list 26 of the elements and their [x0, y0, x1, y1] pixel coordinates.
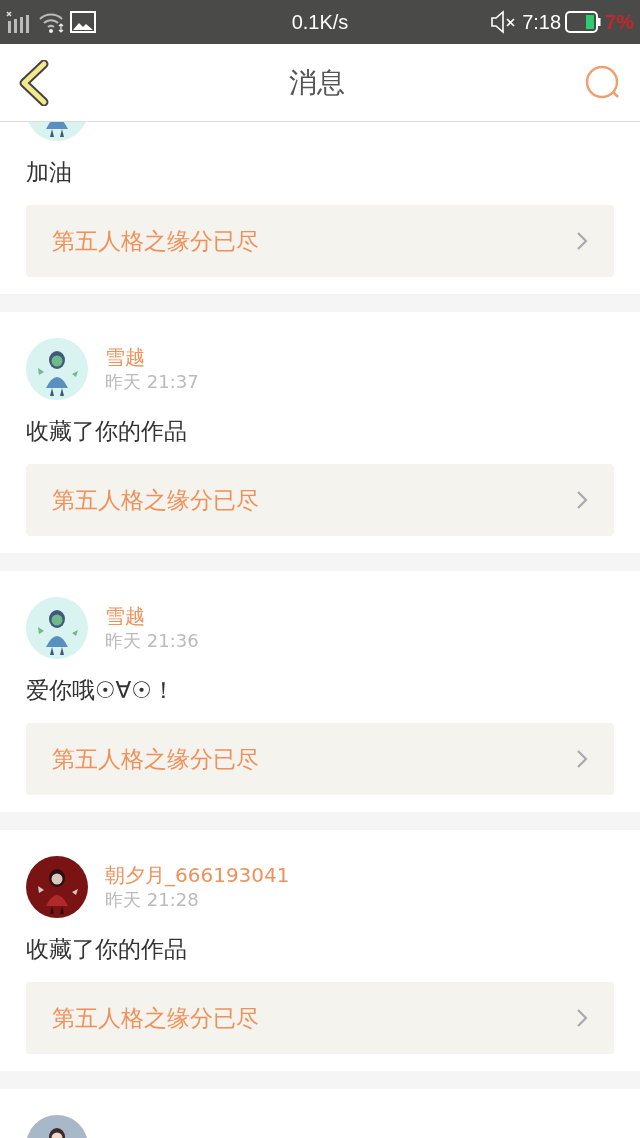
work-link[interactable]: 第五人格之缘分已尽 [26, 464, 614, 536]
message-time: 昨天 21:37 [105, 371, 199, 393]
chevron-right-icon [576, 749, 588, 769]
message-text: 收藏了你的作品 [26, 417, 188, 446]
user-name[interactable]: 雪越 [105, 345, 199, 369]
back-chevron-icon [18, 59, 50, 106]
message-text: 加油 [26, 158, 73, 187]
network-speed: 0.1K/s [291, 10, 349, 34]
message-text: 收藏了你的作品 [26, 935, 188, 964]
battery-percent: 7% [605, 10, 634, 34]
work-link[interactable]: 第五人格之缘分已尽 [26, 723, 614, 795]
page-title: 消息 [289, 64, 345, 101]
chevron-right-icon [576, 231, 588, 251]
message-time: 昨天 21:36 [105, 630, 199, 652]
battery-icon [565, 11, 602, 33]
user-name[interactable]: 朝夕月_666193041 [105, 863, 290, 887]
user-name[interactable]: 雪越 [105, 604, 199, 628]
clock: 7:18 [522, 10, 562, 34]
work-link[interactable]: 第五人格之缘分已尽 [26, 205, 614, 277]
image-icon [70, 11, 96, 33]
wifi-icon [38, 11, 66, 33]
message-text: 爱你哦☉∀☉！ [26, 676, 176, 705]
chevron-right-icon [576, 1008, 588, 1028]
message-time: 昨天 21:28 [105, 889, 200, 911]
work-link[interactable]: 第五人格之缘分已尽 [26, 982, 614, 1054]
chevron-right-icon [576, 490, 588, 510]
